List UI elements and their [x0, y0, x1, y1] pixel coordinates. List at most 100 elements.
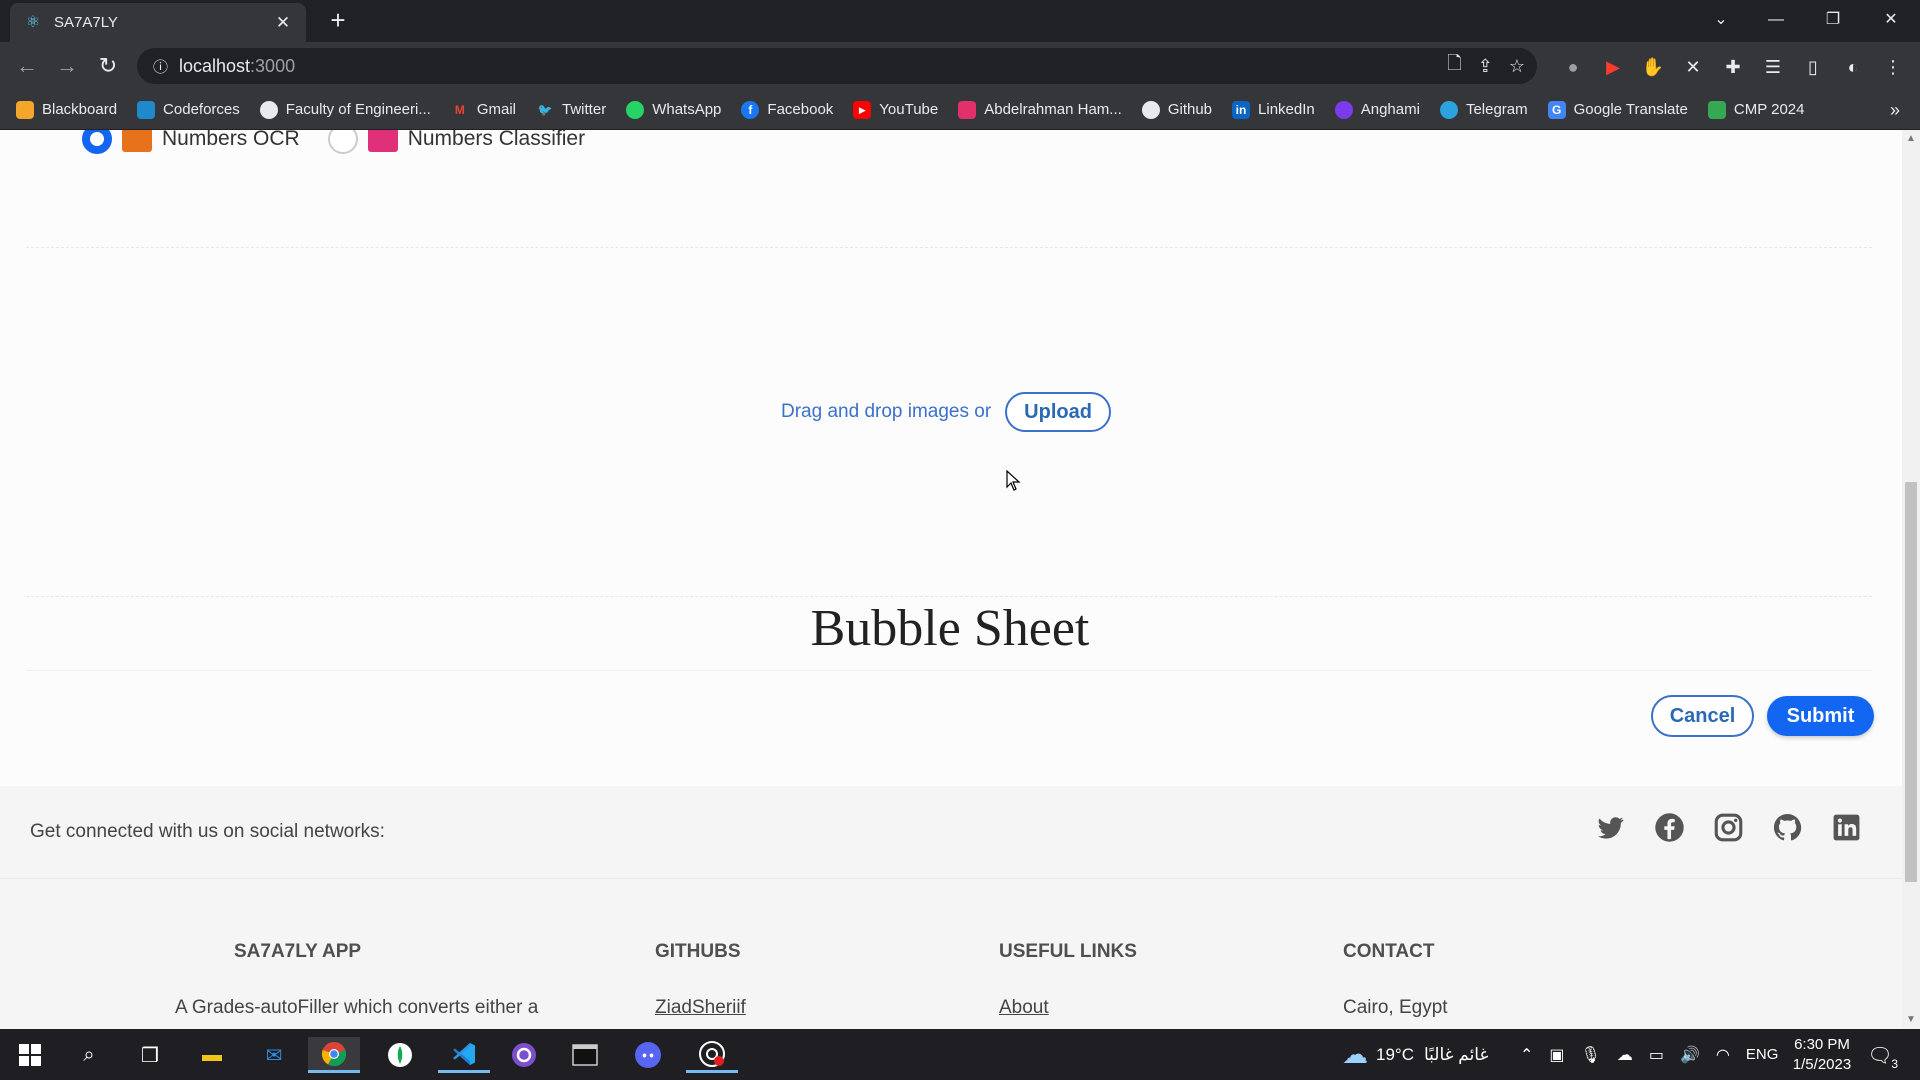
footer-heading-contact: CONTACT [1343, 941, 1435, 962]
ocr-radio[interactable] [82, 130, 112, 154]
github-link-ziadsheriif[interactable]: ZiadSheriif [655, 997, 746, 1018]
discord-icon[interactable] [630, 1037, 666, 1073]
show-hidden-icons-chevron-icon[interactable]: ⌃ [1520, 1045, 1533, 1065]
reload-icon[interactable]: ↻ [93, 52, 123, 80]
bookmark-cmp-2024[interactable]: CMP 2024 [1707, 100, 1805, 119]
volume-icon[interactable]: 🔊 [1680, 1045, 1700, 1065]
image-dropzone[interactable]: Drag and drop images or Upload [26, 247, 1872, 597]
x-extension-icon[interactable]: ✕ [1680, 54, 1706, 80]
system-clock[interactable]: 6:30 PM 1/5/2023 [1772, 1035, 1872, 1075]
contact-location: Cairo, Egypt [1343, 997, 1448, 1018]
footer-column-githubs: GITHUBS ZiadSheriif [655, 941, 746, 1019]
minimize-button[interactable]: — [1755, 6, 1797, 34]
mouse-cursor-icon [1006, 470, 1021, 491]
youtube-icon: ▶ [853, 100, 872, 119]
forward-icon[interactable]: → [52, 52, 82, 80]
mongodb-compass-icon[interactable] [382, 1037, 418, 1073]
scroll-up-arrow-icon[interactable]: ▲ [1902, 130, 1920, 148]
github-icon[interactable] [1772, 812, 1803, 843]
bookmark-github[interactable]: Github [1141, 100, 1212, 119]
side-panel-icon[interactable]: ▯ [1800, 54, 1826, 80]
microphone-icon[interactable]: 🎙 [1581, 1045, 1601, 1065]
close-tab-icon[interactable]: ✕ [274, 13, 292, 33]
linkedin-icon: in [1232, 100, 1251, 119]
reading-list-icon[interactable]: ☰ [1760, 54, 1786, 80]
clock-time: 6:30 PM [1794, 1036, 1850, 1053]
scroll-thumb[interactable] [1905, 482, 1917, 882]
footer-social-bar: Get connected with us on social networks… [0, 786, 1902, 879]
meet-now-icon[interactable]: ▣ [1549, 1045, 1564, 1065]
bookmark-facebook[interactable]: f Facebook [741, 100, 833, 119]
social-icons [1595, 812, 1862, 843]
divider [26, 670, 1872, 671]
notification-count: 3 [1891, 1057, 1898, 1071]
classifier-radio[interactable] [327, 130, 358, 154]
bookmark-whatsapp[interactable]: WhatsApp [626, 100, 721, 119]
address-bar[interactable]: ⓘ localhost :3000 🗋 ⇪ ☆ [137, 48, 1537, 84]
footer-main: SA7A7LY APP A Grades-autoFiller which co… [0, 879, 1902, 1029]
submit-button[interactable]: Submit [1767, 696, 1874, 736]
option-numbers-ocr[interactable]: Numbers OCR [82, 130, 300, 154]
back-icon[interactable]: ← [12, 52, 42, 80]
mail-icon[interactable]: ✉ [256, 1037, 292, 1073]
more-bookmarks-icon[interactable]: » [1890, 90, 1900, 130]
bookmark-anghami[interactable]: Anghami [1334, 100, 1420, 119]
new-tab-button[interactable]: + [324, 6, 352, 34]
bookmark-youtube[interactable]: ▶ YouTube [853, 100, 938, 119]
bookmark-instagram[interactable]: Abdelrahman Ham... [958, 100, 1122, 119]
browser-tab[interactable]: ⚛ SA7A7LY ✕ [10, 3, 306, 42]
whatsapp-icon [626, 100, 645, 119]
vscode-icon[interactable] [438, 1037, 490, 1073]
scroll-down-arrow-icon[interactable]: ▼ [1902, 1011, 1920, 1029]
tab-search-icon[interactable]: ⌄ [1700, 6, 1742, 34]
bookmark-linkedin[interactable]: in LinkedIn [1232, 100, 1315, 119]
adblock-extension-icon[interactable]: ✋ [1640, 54, 1666, 80]
bookmark-telegram[interactable]: Telegram [1439, 100, 1528, 119]
bookmark-star-icon[interactable]: ☆ [1509, 56, 1525, 77]
weather-widget[interactable]: ☁ 19°C غائم غالبًا [1342, 1029, 1488, 1080]
page-scrollbar[interactable]: ▲ ▼ [1902, 130, 1920, 1029]
weather-condition: غائم غالبًا [1423, 1044, 1489, 1064]
github-desktop-icon[interactable] [506, 1037, 542, 1073]
terminal-icon[interactable] [567, 1037, 603, 1073]
instagram-icon[interactable] [1713, 812, 1744, 843]
bookmark-google-translate[interactable]: G Google Translate [1547, 100, 1688, 119]
wifi-icon[interactable]: ◠ [1716, 1045, 1730, 1065]
bookmark-twitter[interactable]: 🐦 Twitter [536, 101, 607, 119]
info-icon[interactable]: ⓘ [153, 56, 179, 77]
about-link[interactable]: About [999, 997, 1049, 1018]
youtube-extension-icon[interactable]: ▶ [1600, 54, 1626, 80]
upload-button[interactable]: Upload [1005, 392, 1111, 432]
linkedin-icon[interactable] [1831, 812, 1862, 843]
translate-icon: G [1547, 100, 1566, 119]
file-explorer-icon[interactable]: ▬ [194, 1037, 230, 1073]
telegram-icon [1439, 100, 1458, 119]
extension-icon[interactable]: ● [1560, 54, 1586, 80]
gmail-icon: M [454, 102, 465, 117]
restore-button[interactable]: ❐ [1812, 6, 1854, 34]
extensions-puzzle-icon[interactable]: ✚ [1720, 54, 1746, 80]
search-icon[interactable]: ⌕ [71, 1037, 107, 1073]
bookmark-gmail[interactable]: M Gmail [451, 101, 516, 119]
onedrive-icon[interactable]: ☁ [1617, 1045, 1633, 1065]
twitter-icon[interactable] [1595, 812, 1626, 843]
battery-icon[interactable]: ▭ [1649, 1045, 1664, 1065]
notifications-icon[interactable]: 🗨 3 [1862, 1037, 1898, 1073]
option-numbers-classifier[interactable]: Numbers Classifier [327, 130, 585, 154]
facebook-icon[interactable] [1654, 812, 1685, 843]
task-view-icon[interactable]: ❒ [132, 1037, 168, 1073]
cancel-button[interactable]: Cancel [1651, 695, 1754, 737]
windows-start-icon[interactable] [12, 1037, 48, 1073]
ocr-label: Numbers OCR [162, 130, 300, 150]
share-icon[interactable]: ⇪ [1478, 56, 1493, 77]
profile-avatar[interactable]: ◐ [1840, 54, 1866, 80]
menu-icon[interactable]: ⋮ [1880, 54, 1906, 80]
bookmark-faculty[interactable]: Faculty of Engineeri... [259, 100, 431, 119]
windows-taskbar: ⌕ ❒ ▬ ✉ ☁ 19°C غائم غالبًا ⌃ ▣ 🎙 ☁ ▭ 🔊 ◠… [0, 1029, 1920, 1080]
chrome-icon[interactable] [308, 1037, 360, 1073]
obs-recorder-icon[interactable] [686, 1037, 738, 1073]
close-window-button[interactable]: ✕ [1870, 6, 1912, 34]
bookmark-codeforces[interactable]: Codeforces [137, 100, 240, 119]
page-icon[interactable]: 🗋 [1447, 51, 1461, 81]
bookmark-blackboard[interactable]: Blackboard [16, 100, 117, 119]
